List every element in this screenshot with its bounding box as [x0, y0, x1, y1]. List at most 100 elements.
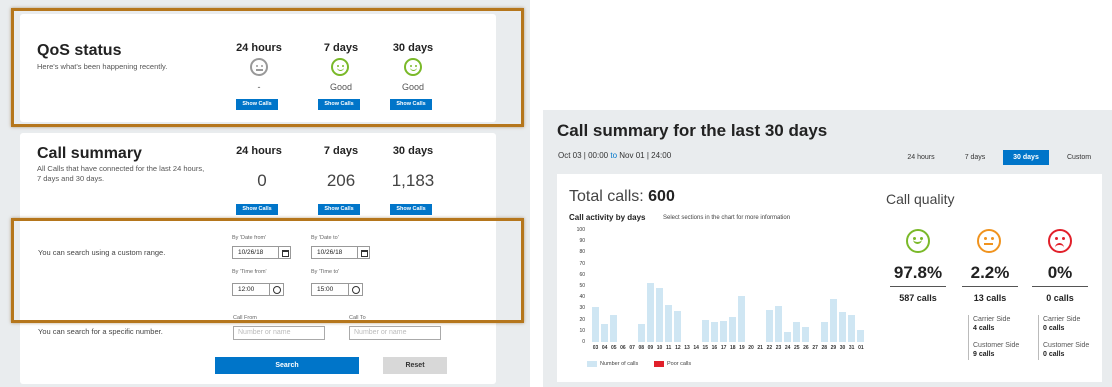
- smile-face-icon: [331, 58, 349, 76]
- y-tick-label: 80: [579, 249, 585, 256]
- clock-icon[interactable]: [270, 283, 284, 296]
- search-button[interactable]: Search: [215, 357, 359, 374]
- bad-carrier-value: 0 calls: [1043, 325, 1065, 332]
- tab-24-hours[interactable]: 24 hours: [898, 150, 944, 165]
- date-to-input[interactable]: 10/26/18: [311, 246, 358, 259]
- qos-show-calls-24h-button[interactable]: Show Calls: [236, 99, 278, 110]
- y-tick-label: 60: [579, 271, 585, 278]
- chart-bar[interactable]: [848, 315, 856, 342]
- chart-bar[interactable]: [710, 321, 718, 342]
- qos-col-7d: 7 days: [323, 42, 359, 54]
- tab-30-days[interactable]: 30 days: [1003, 150, 1049, 165]
- calendar-icon[interactable]: [358, 246, 370, 259]
- calendar-icon[interactable]: [279, 246, 291, 259]
- neutral-carrier-value: 4 calls: [973, 325, 995, 332]
- quality-good-calls[interactable]: 587 calls: [878, 293, 958, 303]
- summary-col-24h: 24 hours: [236, 145, 282, 157]
- qos-col-24h: 24 hours: [236, 42, 282, 54]
- y-tick-label: 30: [579, 305, 585, 312]
- chart-bar[interactable]: [738, 296, 746, 342]
- chart-bar[interactable]: [646, 282, 654, 342]
- y-tick-label: 50: [579, 283, 585, 289]
- summary-count-30d: 1,183: [391, 171, 435, 190]
- qos-col-30d: 30 days: [392, 42, 434, 54]
- summary-col-7d: 7 days: [323, 145, 359, 157]
- date-from-input[interactable]: 10/26/18: [232, 246, 279, 259]
- reset-button[interactable]: Reset: [383, 357, 447, 374]
- bad-customer-label: Customer Side: [1043, 342, 1090, 349]
- x-tick-label: 14: [693, 345, 699, 351]
- chart-bar[interactable]: [765, 309, 773, 342]
- y-tick-label: 20: [579, 316, 585, 323]
- chart-bar[interactable]: [839, 311, 847, 342]
- summary-count-24h: 0: [257, 171, 267, 190]
- quality-bad-calls[interactable]: 0 calls: [1020, 293, 1100, 303]
- call-to-input[interactable]: Number or name: [349, 326, 441, 340]
- x-tick-label: 18: [729, 345, 736, 351]
- chart-bar[interactable]: [656, 288, 664, 342]
- call-from-label: Call From: [233, 315, 257, 321]
- x-tick-label: 05: [611, 345, 617, 351]
- chart-bar[interactable]: [775, 306, 782, 342]
- chart-bar[interactable]: [665, 305, 673, 342]
- legend-calls-swatch: [587, 361, 597, 367]
- divider: [1032, 286, 1088, 287]
- date-to-label: By 'Date to': [311, 235, 339, 241]
- time-to-input[interactable]: 15:00: [311, 283, 349, 296]
- chart-bar[interactable]: [701, 319, 709, 342]
- chart-bar[interactable]: [784, 331, 792, 342]
- chart-bar[interactable]: [793, 321, 801, 342]
- divider: [962, 286, 1018, 287]
- chart-bar[interactable]: [729, 317, 737, 342]
- specific-number-text: You can search for a specific number.: [38, 327, 163, 336]
- chart-bar[interactable]: [802, 327, 810, 342]
- quality-neutral-calls[interactable]: 13 calls: [950, 293, 1030, 303]
- chart-bar[interactable]: [857, 329, 865, 342]
- x-tick-label: 09: [647, 345, 654, 351]
- chart-bar[interactable]: [820, 321, 828, 342]
- chart-bar[interactable]: [637, 324, 645, 342]
- summary-subtitle-2: 7 days and 30 days.: [37, 174, 105, 183]
- x-tick-label: 16: [711, 345, 718, 351]
- x-tick-label: 03: [592, 345, 599, 351]
- chart-bar[interactable]: [592, 307, 599, 342]
- summary-show-calls-24h-button[interactable]: Show Calls: [236, 204, 278, 215]
- x-tick-label: 30: [839, 345, 846, 351]
- x-tick-label: 08: [638, 345, 645, 351]
- chart-bar[interactable]: [720, 320, 728, 342]
- chart-bar[interactable]: [601, 324, 609, 342]
- clock-icon[interactable]: [349, 283, 363, 296]
- qos-status-30d: Good: [401, 82, 425, 92]
- y-tick-label: 70: [579, 260, 585, 267]
- chart-bar[interactable]: [610, 315, 618, 342]
- qos-show-calls-30d-button[interactable]: Show Calls: [390, 99, 432, 110]
- activity-label: Call activity by days: [569, 213, 646, 222]
- neutral-customer-label: Customer Side: [973, 342, 1020, 349]
- y-tick-label: 100: [576, 227, 585, 233]
- quality-neutral-pct: 2.2%: [970, 263, 1010, 282]
- summary-show-calls-30d-button[interactable]: Show Calls: [390, 204, 432, 215]
- chart-bar[interactable]: [674, 310, 682, 342]
- tab-custom[interactable]: Custom: [1058, 150, 1100, 165]
- divider: [890, 286, 946, 287]
- x-tick-label: 29: [830, 345, 837, 351]
- x-tick-label: 21: [757, 345, 763, 351]
- x-tick-label: 26: [803, 345, 809, 351]
- x-tick-label: 28: [821, 345, 828, 351]
- range-end: Nov 01 | 24:00: [619, 151, 672, 160]
- summary-show-calls-7d-button[interactable]: Show Calls: [318, 204, 360, 215]
- total-calls: Total calls: 600: [569, 188, 675, 206]
- tab-7-days[interactable]: 7 days: [955, 150, 995, 165]
- chart-bar[interactable]: [829, 299, 837, 342]
- good-face-icon: [906, 229, 930, 253]
- breakdown-divider: [968, 315, 969, 360]
- x-tick-label: 11: [666, 345, 672, 351]
- legend-calls-label: Number of calls: [600, 361, 639, 367]
- qos-show-calls-7d-button[interactable]: Show Calls: [318, 99, 360, 110]
- x-tick-label: 31: [848, 345, 855, 351]
- time-from-input[interactable]: 12:00: [232, 283, 270, 296]
- neutral-face-icon: [250, 58, 268, 76]
- y-tick-label: 90: [579, 238, 585, 245]
- call-from-input[interactable]: Number or name: [233, 326, 325, 340]
- date-from-label: By 'Date from': [232, 235, 267, 241]
